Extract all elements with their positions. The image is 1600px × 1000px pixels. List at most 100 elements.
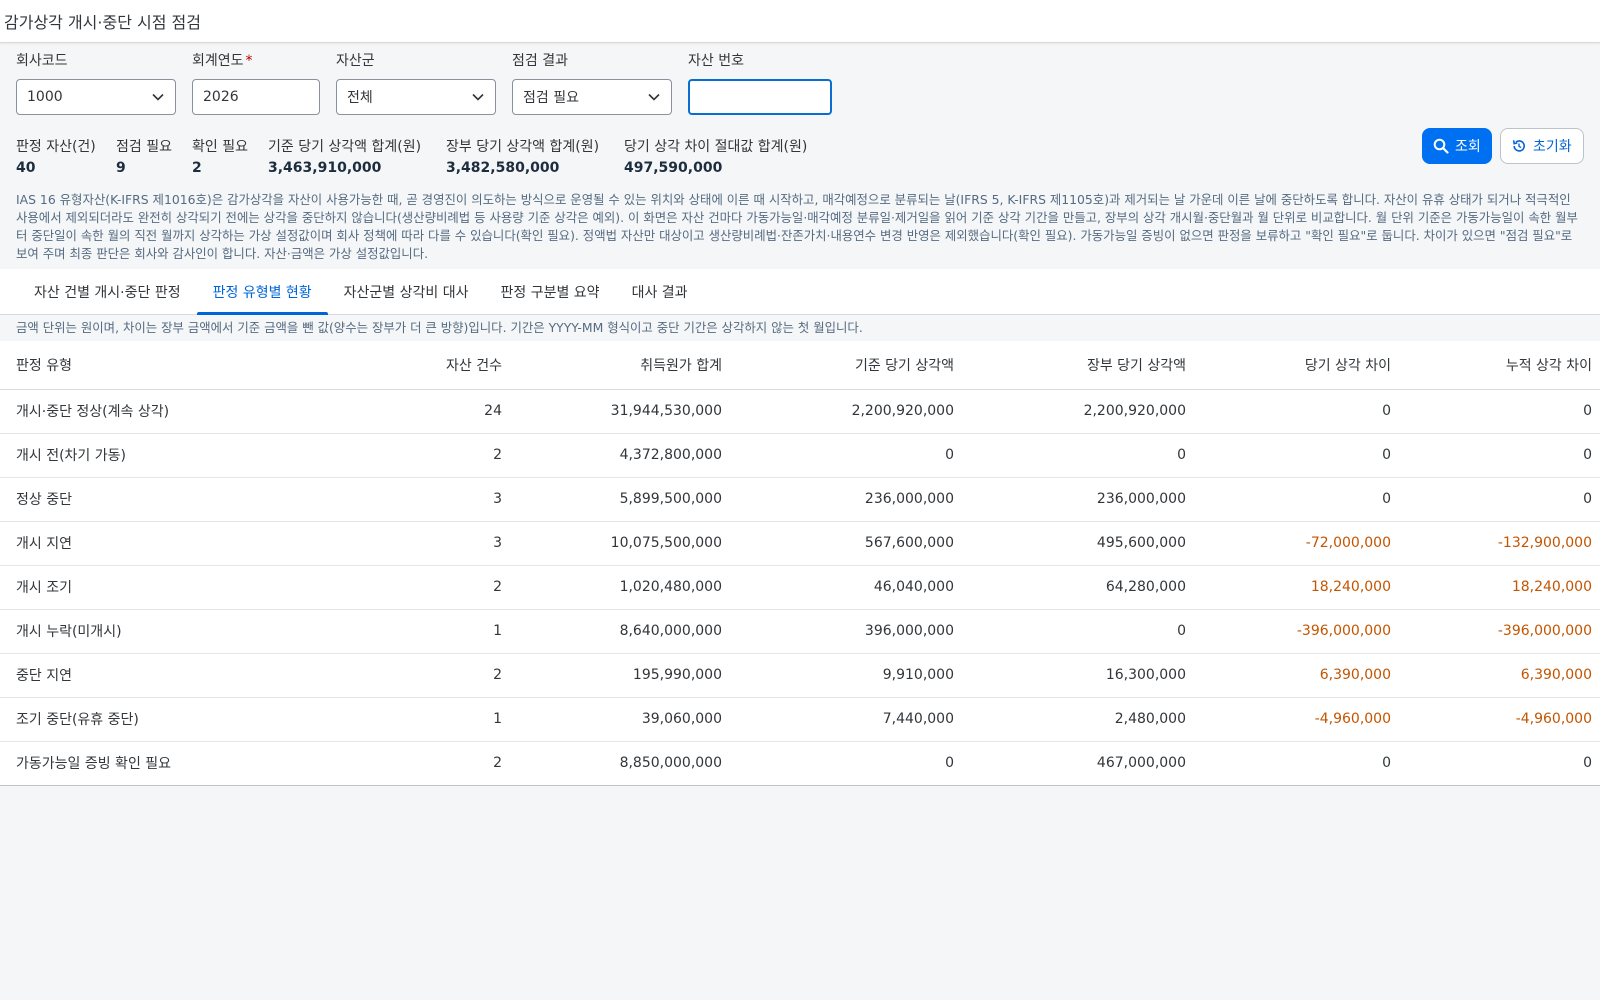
table-cell: 2 <box>330 433 510 478</box>
tab-judgment-category-summary[interactable]: 판정 구분별 요약 <box>485 269 616 314</box>
column-header[interactable]: 취득원가 합계 <box>510 341 730 390</box>
fiscal-year-input[interactable]: 2026 <box>192 79 320 115</box>
table-cell: 4,372,800,000 <box>510 433 730 478</box>
check-result-field: 점검 결과 점검 필요 <box>512 51 672 115</box>
table-cell: 0 <box>1194 741 1399 786</box>
kpi-label: 확인 필요 <box>192 139 248 155</box>
asset-number-label: 자산 번호 <box>688 53 744 69</box>
variance-cell: -396,000,000 <box>1399 609 1600 654</box>
column-header[interactable]: 판정 유형 <box>0 341 330 390</box>
table-cell: 236,000,000 <box>962 477 1194 522</box>
table-row[interactable]: 가동가능일 증빙 확인 필요 2 8,850,000,000 0 467,000… <box>0 741 1600 786</box>
kpi-value: 2 <box>192 160 202 176</box>
tab-judgment-type-status[interactable]: 판정 유형별 현황 <box>196 269 328 315</box>
table-cell: 0 <box>1194 389 1399 434</box>
table-cell: 0 <box>1399 741 1600 786</box>
table-cell: 9,910,000 <box>730 653 962 698</box>
table-cell: 24 <box>330 389 510 434</box>
table-cell: 467,000,000 <box>962 741 1194 786</box>
kpi-label: 기준 당기 상각액 합계(원) <box>268 139 422 155</box>
table-row[interactable]: 개시 조기 2 1,020,480,000 46,040,000 64,280,… <box>0 565 1600 610</box>
table-cell: 개시 누락(미개시) <box>0 609 330 654</box>
table-cell: 567,600,000 <box>730 521 962 566</box>
company-code-value: 1000 <box>27 89 63 105</box>
variance-cell: -396,000,000 <box>1194 609 1399 654</box>
table-cell: 개시·중단 정상(계속 상각) <box>0 389 330 434</box>
table-cell: 개시 지연 <box>0 521 330 566</box>
kpi-label: 장부 당기 상각액 합계(원) <box>446 139 600 155</box>
column-header[interactable]: 누적 상각 차이 <box>1399 341 1600 390</box>
table-cell: 0 <box>962 433 1194 478</box>
table-cell: 0 <box>730 741 962 786</box>
table-row[interactable]: 개시·중단 정상(계속 상각) 24 31,944,530,000 2,200,… <box>0 389 1600 434</box>
table-cell: 39,060,000 <box>510 697 730 742</box>
judgment-type-table: 판정 유형 자산 건수 취득원가 합계 기준 당기 상각액 장부 당기 상각액 … <box>0 341 1600 786</box>
asset-class-field: 자산군 전체 <box>336 51 496 115</box>
table-cell: 1,020,480,000 <box>510 565 730 610</box>
table-cell: 8,850,000,000 <box>510 741 730 786</box>
table-row[interactable]: 개시 누락(미개시) 1 8,640,000,000 396,000,000 0… <box>0 609 1600 654</box>
table-cell: 1 <box>330 697 510 742</box>
kpi-label: 당기 상각 차이 절대값 합계(원) <box>624 139 808 155</box>
company-code-label: 회사코드 <box>16 53 68 69</box>
kpi-confirm-needed: 확인 필요 2 <box>192 137 248 179</box>
kpi-value: 40 <box>16 160 36 176</box>
table-cell: 개시 조기 <box>0 565 330 610</box>
table-row[interactable]: 정상 중단 3 5,899,500,000 236,000,000 236,00… <box>0 477 1600 522</box>
check-result-select[interactable]: 점검 필요 <box>512 79 672 115</box>
table-cell: 2,200,920,000 <box>730 389 962 434</box>
kpi-check-needed: 점검 필요 9 <box>116 137 172 179</box>
asset-number-input[interactable] <box>700 81 820 113</box>
chevron-down-icon <box>647 90 661 104</box>
company-code-field: 회사코드 1000 <box>16 51 176 115</box>
table-cell: 2,480,000 <box>962 697 1194 742</box>
table-cell: 64,280,000 <box>962 565 1194 610</box>
table-cell: 0 <box>730 433 962 478</box>
fiscal-year-label: 회계연도 * <box>192 53 253 69</box>
table-cell: 5,899,500,000 <box>510 477 730 522</box>
column-header[interactable]: 기준 당기 상각액 <box>730 341 962 390</box>
asset-class-label: 자산군 <box>336 53 375 69</box>
table-cell: 195,990,000 <box>510 653 730 698</box>
tab-asset-class-reconciliation[interactable]: 자산군별 상각비 대사 <box>328 269 485 314</box>
tab-asset-detail[interactable]: 자산 건별 개시·중단 판정 <box>18 269 197 314</box>
table-cell: 개시 전(차기 가동) <box>0 433 330 478</box>
table-cell: 3 <box>330 477 510 522</box>
tab-bar: 자산 건별 개시·중단 판정 판정 유형별 현황 자산군별 상각비 대사 판정 … <box>0 269 1600 315</box>
kpi-judged-assets: 판정 자산(건) 40 <box>16 137 96 179</box>
table-cell: 0 <box>1194 433 1399 478</box>
table-cell: 31,944,530,000 <box>510 389 730 434</box>
kpi-label: 판정 자산(건) <box>16 139 96 155</box>
kpi-base-depreciation-total: 기준 당기 상각액 합계(원) 3,463,910,000 <box>268 137 421 179</box>
table-header-row: 판정 유형 자산 건수 취득원가 합계 기준 당기 상각액 장부 당기 상각액 … <box>0 341 1600 390</box>
company-code-select[interactable]: 1000 <box>16 79 176 115</box>
column-header[interactable]: 장부 당기 상각액 <box>962 341 1194 390</box>
table-row[interactable]: 중단 지연 2 195,990,000 9,910,000 16,300,000… <box>0 653 1600 698</box>
variance-cell: 6,390,000 <box>1194 653 1399 698</box>
column-header[interactable]: 당기 상각 차이 <box>1194 341 1399 390</box>
kpi-value: 3,482,580,000 <box>446 160 560 176</box>
policy-notice: IAS 16 유형자산(K-IFRS 제1016호)은 감가상각을 자산이 사용… <box>16 192 1578 261</box>
tab-reconciliation-result[interactable]: 대사 결과 <box>616 269 704 314</box>
fiscal-year-field: 회계연도 * 2026 <box>192 51 320 115</box>
kpi-value: 497,590,000 <box>624 160 723 176</box>
variance-cell: -132,900,000 <box>1399 521 1600 566</box>
table-cell: 7,440,000 <box>730 697 962 742</box>
variance-cell: -4,960,000 <box>1194 697 1399 742</box>
variance-cell: 6,390,000 <box>1399 653 1600 698</box>
table-cell: 495,600,000 <box>962 521 1194 566</box>
table-cell: 0 <box>1399 477 1600 522</box>
table-cell: 236,000,000 <box>730 477 962 522</box>
table-cell: 2,200,920,000 <box>962 389 1194 434</box>
table-row[interactable]: 개시 지연 3 10,075,500,000 567,600,000 495,6… <box>0 521 1600 566</box>
page-header: 감가상각 개시·중단 시점 점검 <box>0 0 1600 43</box>
column-header[interactable]: 자산 건수 <box>330 341 510 390</box>
table-row[interactable]: 개시 전(차기 가동) 2 4,372,800,000 0 0 0 0 <box>0 433 1600 478</box>
table-cell: 2 <box>330 741 510 786</box>
kpi-book-depreciation-total: 장부 당기 상각액 합계(원) 3,482,580,000 <box>446 137 599 179</box>
table-cell: 0 <box>1194 477 1399 522</box>
check-result-label: 점검 결과 <box>512 53 568 69</box>
table-cell: 0 <box>1399 389 1600 434</box>
table-row[interactable]: 조기 중단(유휴 중단) 1 39,060,000 7,440,000 2,48… <box>0 697 1600 742</box>
asset-class-select[interactable]: 전체 <box>336 79 496 115</box>
